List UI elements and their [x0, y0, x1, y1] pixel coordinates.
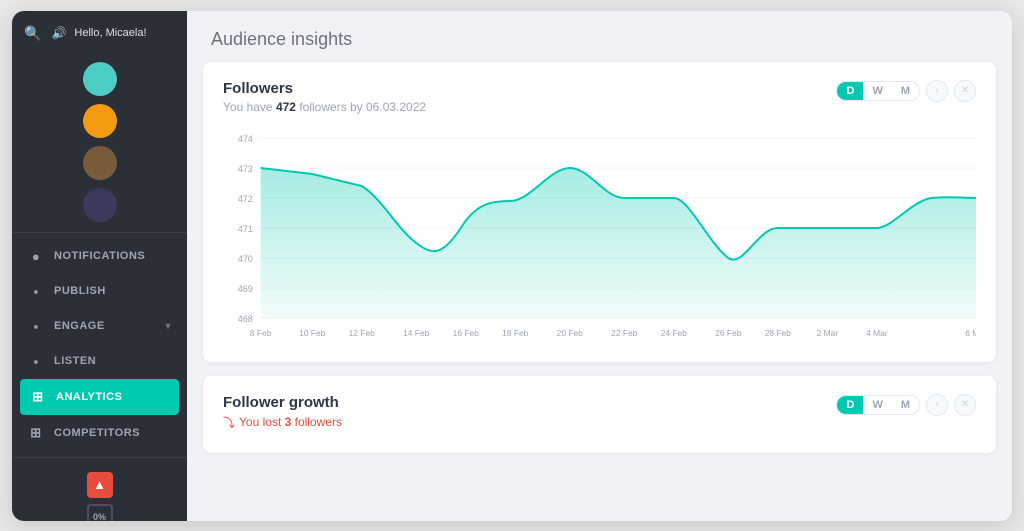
toggle-m[interactable]: M — [892, 82, 919, 100]
svg-text:474: 474 — [238, 133, 253, 143]
subtitle-suffix: followers by 06.03.2022 — [296, 100, 426, 114]
sidebar-top-row: 🔍 🔊 Hello, Micaela! — [12, 11, 187, 52]
svg-text:14 Feb: 14 Feb — [403, 327, 429, 337]
growth-subtitle-text: You lost 3 followers — [239, 415, 342, 429]
avatar-4[interactable] — [83, 188, 117, 222]
growth-toggle-m[interactable]: M — [892, 396, 919, 414]
svg-text:10 Feb: 10 Feb — [299, 327, 325, 337]
chart-prev-btn[interactable]: ‹ — [926, 80, 948, 102]
sidebar-item-engage[interactable]: ▪ ENGAGE ▾ — [12, 309, 187, 344]
svg-text:468: 468 — [238, 313, 253, 323]
growth-card-left: Follower growth ⤵ You lost 3 followers — [223, 394, 342, 431]
growth-toggle-w[interactable]: W — [863, 396, 891, 414]
growth-toggle-d[interactable]: D — [837, 396, 863, 414]
followers-chart: 474 473 472 471 470 469 468 — [223, 124, 976, 344]
svg-text:6 Mar: 6 Mar — [965, 327, 976, 337]
lost-count: 3 — [285, 415, 292, 429]
engage-arrow: ▾ — [165, 321, 171, 332]
growth-toggle: D W M — [836, 395, 920, 415]
svg-text:28 Feb: 28 Feb — [765, 327, 791, 337]
growth-chart-prev-btn[interactable]: ‹ — [926, 394, 948, 416]
sidebar-item-publish[interactable]: ▪ PUBLISH — [12, 274, 187, 309]
alert-badge[interactable]: ▲ — [87, 472, 113, 498]
listen-icon: ▪ — [28, 354, 44, 369]
followers-chart-svg: 474 473 472 471 470 469 468 — [223, 124, 976, 344]
followers-card-title: Followers — [223, 80, 426, 97]
competitors-icon: ⊞ — [28, 425, 44, 441]
followers-toggle-group: D W M ‹ ✕ — [836, 80, 976, 102]
sidebar-item-notifications[interactable]: ● NOTIFICATIONS — [12, 239, 187, 274]
sidebar-item-listen[interactable]: ▪ LISTEN — [12, 344, 187, 379]
toggle-w[interactable]: W — [863, 82, 891, 100]
followers-card: Followers You have 472 followers by 06.0… — [203, 62, 996, 362]
publish-icon: ▪ — [28, 284, 44, 299]
followers-count: 472 — [276, 100, 296, 114]
followers-toggle: D W M — [836, 81, 920, 101]
chart-next-btn[interactable]: ✕ — [954, 80, 976, 102]
competitors-label: COMPETITORS — [54, 427, 140, 439]
percent-label: 0% — [93, 512, 106, 521]
sidebar: 🔍 🔊 Hello, Micaela! ● NOTIFICATIONS ▪ PU… — [12, 11, 187, 521]
speaker-icon: 🔊 — [51, 26, 66, 40]
subtitle-prefix: You have — [223, 100, 276, 114]
page-title: Audience insights — [211, 29, 988, 50]
publish-label: PUBLISH — [54, 285, 106, 297]
avatar-3[interactable] — [83, 146, 117, 180]
sidebar-item-competitors[interactable]: ⊞ COMPETITORS — [12, 415, 187, 451]
percent-badge[interactable]: 0% — [87, 504, 113, 521]
svg-text:24 Feb: 24 Feb — [661, 327, 687, 337]
svg-text:469: 469 — [238, 283, 253, 293]
sidebar-avatars — [12, 52, 187, 233]
growth-card: Follower growth ⤵ You lost 3 followers D… — [203, 376, 996, 453]
growth-arrow-icon: ⤵ — [223, 414, 235, 431]
greeting-text: Hello, Micaela! — [74, 27, 146, 39]
avatar-2[interactable] — [83, 104, 117, 138]
growth-toggle-group: D W M ‹ ✕ — [836, 394, 976, 416]
svg-text:8 Feb: 8 Feb — [250, 327, 272, 337]
analytics-label: ANALYTICS — [56, 391, 122, 403]
svg-text:22 Feb: 22 Feb — [611, 327, 637, 337]
followers-card-left: Followers You have 472 followers by 06.0… — [223, 80, 426, 114]
sidebar-item-analytics[interactable]: ⊞ ANALYTICS — [20, 379, 179, 415]
svg-text:2 Mar: 2 Mar — [817, 327, 839, 337]
followers-card-header: Followers You have 472 followers by 06.0… — [223, 80, 976, 114]
alert-icon: ▲ — [93, 477, 106, 492]
svg-text:471: 471 — [238, 223, 253, 233]
sidebar-bottom: ▲ 0% S ⚙ ? ⇥ — [12, 457, 187, 521]
page-header: Audience insights — [187, 11, 1012, 62]
svg-text:4 Mar: 4 Mar — [866, 327, 888, 337]
engage-label: ENGAGE — [54, 320, 105, 332]
svg-text:472: 472 — [238, 193, 253, 203]
svg-text:26 Feb: 26 Feb — [715, 327, 741, 337]
svg-text:12 Feb: 12 Feb — [349, 327, 375, 337]
toggle-d[interactable]: D — [837, 82, 863, 100]
analytics-icon: ⊞ — [30, 389, 46, 405]
engage-icon: ▪ — [28, 319, 44, 334]
app-container: 🔍 🔊 Hello, Micaela! ● NOTIFICATIONS ▪ PU… — [12, 11, 1012, 521]
growth-card-title: Follower growth — [223, 394, 342, 411]
notifications-label: NOTIFICATIONS — [54, 250, 145, 262]
growth-card-subtitle: ⤵ You lost 3 followers — [223, 414, 342, 431]
search-icon[interactable]: 🔍 — [20, 21, 45, 46]
svg-text:16 Feb: 16 Feb — [453, 327, 479, 337]
growth-card-header: Follower growth ⤵ You lost 3 followers D… — [223, 394, 976, 431]
growth-chart-next-btn[interactable]: ✕ — [954, 394, 976, 416]
svg-text:18 Feb: 18 Feb — [502, 327, 528, 337]
svg-text:470: 470 — [238, 253, 253, 263]
notifications-icon: ● — [28, 249, 44, 264]
listen-label: LISTEN — [54, 355, 96, 367]
nav-items: ● NOTIFICATIONS ▪ PUBLISH ▪ ENGAGE ▾ ▪ L… — [12, 233, 187, 457]
svg-text:473: 473 — [238, 163, 253, 173]
main-content: Audience insights Followers You have 472… — [187, 11, 1012, 521]
avatar-1[interactable] — [83, 62, 117, 96]
svg-text:20 Feb: 20 Feb — [557, 327, 583, 337]
followers-card-subtitle: You have 472 followers by 06.03.2022 — [223, 100, 426, 114]
